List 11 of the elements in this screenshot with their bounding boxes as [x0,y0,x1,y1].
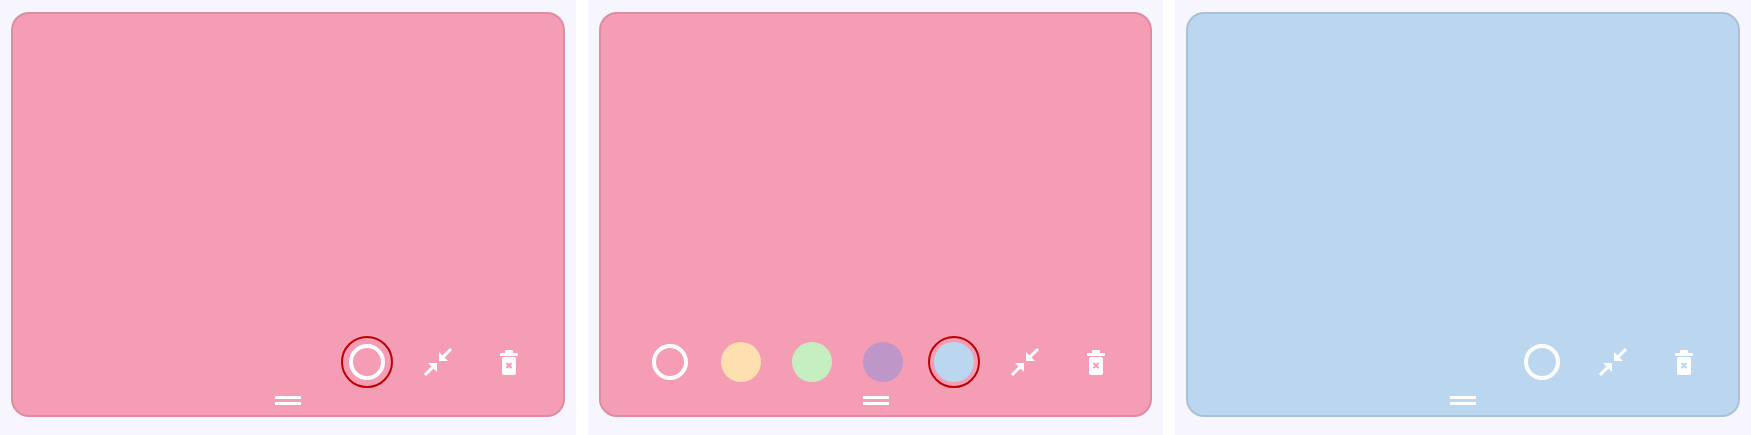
drag-handle-icon[interactable] [274,396,301,405]
drag-handle-icon[interactable] [1450,396,1477,405]
color-swatch[interactable] [928,336,981,388]
compress-icon[interactable] [1598,347,1628,377]
color-picker-button[interactable] [340,336,393,388]
compress-icon[interactable] [1010,347,1041,377]
drag-handle-icon[interactable] [862,396,889,405]
trash-icon[interactable] [498,348,519,376]
compress-icon[interactable] [422,347,453,377]
trash-icon[interactable] [1674,348,1694,376]
trash-icon[interactable] [1086,348,1107,376]
